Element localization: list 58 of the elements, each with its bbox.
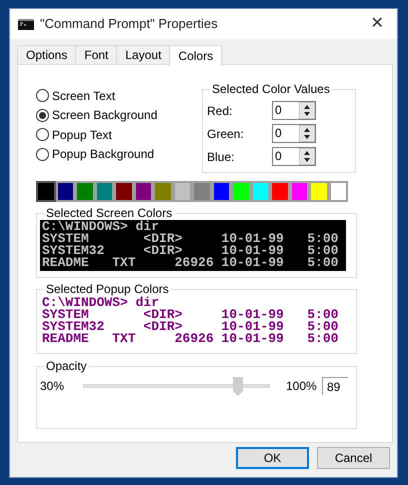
color-swatch[interactable] (94, 181, 114, 202)
color-swatch[interactable] (250, 181, 270, 202)
group-title: Selected Screen Colors (44, 206, 174, 220)
radio-label: Screen Background (52, 107, 158, 124)
slider-thumb[interactable] (233, 377, 244, 396)
color-swatch[interactable] (270, 181, 290, 202)
console-icon (18, 18, 34, 30)
console-line: SYSTEM <DIR> 10-01-99 5:00 (42, 233, 340, 245)
group-title: Selected Color Values (210, 82, 332, 96)
radio-button[interactable] (36, 89, 49, 102)
dialog-button[interactable]: OK (236, 447, 309, 469)
spin-box[interactable]: 0 (272, 147, 316, 166)
color-swatch[interactable] (114, 181, 134, 202)
tab[interactable]: Colors (169, 45, 222, 66)
color-swatch[interactable] (309, 181, 328, 202)
console-line: SYSTEM32 <DIR> 10-01-99 5:00 (42, 321, 340, 333)
color-swatch[interactable] (192, 181, 212, 202)
tab[interactable]: Options (17, 45, 76, 65)
color-swatch[interactable] (290, 181, 309, 202)
window-title: "Command Prompt" Properties (40, 15, 219, 34)
field-label: Green: (207, 126, 245, 142)
console-line: README TXT 26926 10-01-99 5:00 (42, 257, 340, 269)
tab[interactable]: Font (75, 45, 116, 65)
color-swatch[interactable] (134, 181, 153, 202)
dialog-button[interactable]: Cancel (317, 447, 390, 469)
spin-box[interactable]: 0 (272, 101, 316, 120)
spin-arrows-icon[interactable] (299, 102, 315, 119)
close-button[interactable]: ✕ (367, 16, 387, 32)
radio-button[interactable] (36, 128, 49, 142)
max-label: 100% (286, 378, 318, 395)
tab[interactable]: Layout (116, 45, 170, 65)
color-swatch[interactable] (75, 181, 94, 202)
color-swatch[interactable] (328, 181, 348, 202)
field-label: Red: (207, 102, 234, 120)
radio-label: Screen Text (52, 88, 116, 105)
radio-button[interactable] (36, 148, 49, 161)
radio-label: Popup Text (52, 126, 112, 144)
color-swatch[interactable] (56, 181, 75, 202)
console-line: C:\WINDOWS> dir (42, 297, 160, 309)
group-title: Opacity (44, 359, 89, 373)
color-swatch[interactable] (231, 181, 250, 202)
spin-box[interactable]: 0 (272, 124, 316, 143)
spin-arrows-icon[interactable] (299, 148, 315, 165)
color-swatch[interactable] (172, 181, 192, 202)
color-swatch[interactable] (153, 181, 172, 202)
color-swatch[interactable] (212, 181, 231, 202)
value-field[interactable]: 89 (322, 377, 348, 395)
field-label: Blue: (207, 148, 236, 166)
min-label: 30% (40, 378, 66, 395)
console-line: SYSTEM <DIR> 10-01-99 5:00 (42, 309, 340, 321)
group-title: Selected Popup Colors (44, 282, 171, 296)
radio-button[interactable] (36, 108, 49, 122)
spin-arrows-icon[interactable] (299, 125, 315, 142)
color-swatch[interactable] (36, 181, 56, 202)
console-line: README TXT 26926 10-01-99 5:00 (42, 333, 340, 345)
console-line: SYSTEM32 <DIR> 10-01-99 5:00 (42, 245, 340, 257)
console-line: C:\WINDOWS> dir (42, 221, 160, 233)
radio-label: Popup Background (52, 146, 154, 164)
